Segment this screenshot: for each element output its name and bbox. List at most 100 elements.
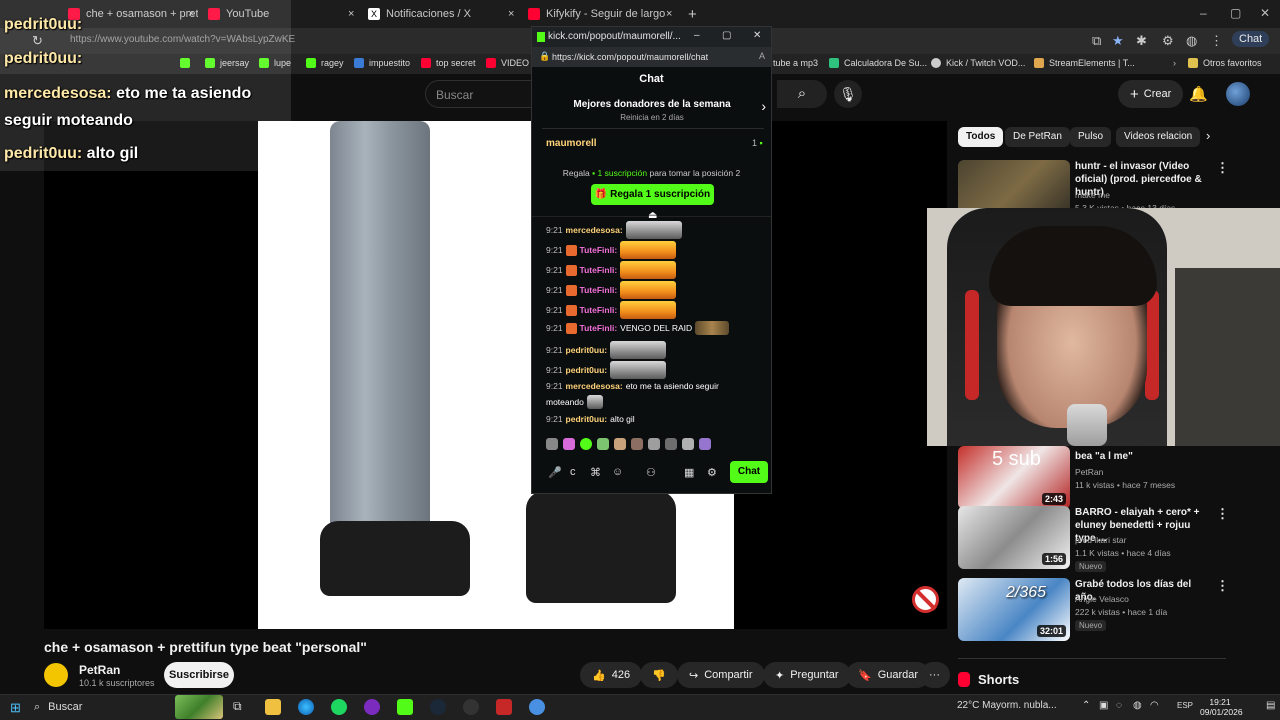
chips-next-icon[interactable]: › [1206,128,1210,143]
menu-dots-icon[interactable]: ⋮ [1210,33,1223,49]
channel-avatar[interactable] [44,663,68,687]
emoji-icon[interactable]: ☺ [612,466,623,478]
file-explorer-icon[interactable] [265,699,281,715]
taskbar-search[interactable]: ⌕ Buscar [34,697,174,717]
send-chat-button[interactable]: Chat [730,461,768,483]
spotify-icon[interactable] [331,699,347,715]
ask-button[interactable]: ✦ Preguntar [763,662,851,688]
more-actions-button[interactable]: ··· [920,662,950,688]
top-donors-banner[interactable]: Mejores donadores de la semana Reinicia … [542,93,766,129]
emote-icon[interactable] [631,438,643,450]
emote-icon[interactable] [682,438,694,450]
task-view-icon[interactable]: ⧉ [233,699,242,714]
message-username[interactable]: pedrit0uu: [566,414,608,424]
people-icon[interactable]: ⚇ [646,466,656,479]
chip-de-petran[interactable]: De PetRan [1005,127,1070,147]
recommendation-channel[interactable]: Angie Velasco [1075,594,1129,604]
input-language[interactable]: ESP [1177,701,1193,710]
tray-chevron-icon[interactable]: ⌃ [1082,700,1090,711]
bookmark-calculadora[interactable]: Calculadora De Su... [829,58,927,68]
bookmark-impuestito[interactable]: impuestito [354,58,410,68]
emote-icon[interactable] [546,438,558,450]
chip-pulso[interactable]: Pulso [1070,127,1112,147]
search-button[interactable]: ⌕ [777,80,827,108]
emote-icon[interactable] [563,438,575,450]
tab-kifykify[interactable]: Kifykify - Seguir de largo X @Prod [528,4,668,24]
bookmarks-overflow-icon[interactable]: › [1173,58,1176,68]
emote-icon[interactable] [648,438,660,450]
close-tab-icon[interactable]: × [666,4,672,24]
recommendation-title[interactable]: bea "a l me" [1075,450,1210,463]
pin-icon[interactable]: ⏏ [648,210,657,221]
close-window-icon[interactable]: ✕ [1260,6,1270,20]
emote-icon[interactable] [699,438,711,450]
message-username[interactable]: TuteFinli: [580,323,618,333]
channel-name[interactable]: PetRan [79,663,120,677]
taskbar-clock[interactable]: 19:21 09/01/2026 [1200,697,1243,717]
microphone-icon[interactable]: 🎤 [548,466,562,479]
tray-app-icon[interactable]: ▣ [1099,700,1108,711]
bookmark-ragey[interactable]: ragey [306,58,344,68]
gift-subscription-button[interactable]: 🎁 Regala 1 suscripción [591,184,714,205]
translate-icon[interactable]: ⌘ [590,466,601,479]
obs-icon[interactable] [463,699,479,715]
message-username[interactable]: mercedesosa: [566,225,623,235]
app-icon[interactable] [529,699,545,715]
recommendation-menu-icon[interactable]: ⋮ [1216,578,1229,594]
recommendation-menu-icon[interactable]: ⋮ [1216,506,1229,522]
search-input[interactable]: Buscar [425,80,535,108]
bookmark-top-secret[interactable]: top secret [421,58,476,68]
recommendation-thumbnail[interactable]: 1:56 [958,506,1070,569]
close-tab-icon[interactable]: × [508,4,514,24]
emote-icon[interactable] [580,438,592,450]
puzzle-icon[interactable]: ✱ [1136,33,1147,49]
message-username[interactable]: pedrit0uu: [566,365,608,375]
bookmark-video-p[interactable]: VIDEO P [486,58,538,68]
notifications-bell-icon[interactable]: 🔔 [1189,85,1208,103]
kick-app-icon[interactable] [397,699,413,715]
steam-icon[interactable] [430,699,446,715]
account-avatar[interactable] [1226,82,1250,106]
minimize-icon[interactable]: – [1200,6,1207,20]
recommendation-channel[interactable]: PetRan [1075,467,1103,477]
message-username[interactable]: TuteFinli: [580,245,618,255]
maximize-icon[interactable]: ▢ [722,30,731,41]
bookmark-star-icon[interactable]: ★ [1112,33,1124,49]
settings-icon[interactable]: ⚙ [1162,33,1174,49]
bookmark-otros-favoritos[interactable]: Otros favoritos [1188,58,1262,68]
bookmark-kick-twitch-vod[interactable]: Kick / Twitch VOD... [931,58,1025,68]
close-window-icon[interactable]: ✕ [753,30,761,41]
share-button[interactable]: ↪ Compartir [677,662,765,688]
maximize-icon[interactable]: ▢ [1230,6,1241,20]
store-icon[interactable]: ▦ [684,466,694,479]
tab-x-notifications[interactable]: X Notificaciones / X [368,4,518,24]
profile-icon[interactable]: ◍ [1186,33,1197,49]
chip-todos[interactable]: Todos [958,127,1004,147]
recommendation-channel[interactable]: make me [1075,190,1110,200]
message-username[interactable]: TuteFinli: [580,305,618,315]
bookmark-streamelements[interactable]: StreamElements | T... [1034,58,1135,68]
close-tab-icon[interactable]: × [348,4,354,24]
recommendation-thumbnail[interactable]: 2/365 32:01 [958,578,1070,641]
read-aloud-icon[interactable]: A [759,51,765,61]
create-button[interactable]: + Crear [1118,80,1184,108]
message-username[interactable]: TuteFinli: [580,265,618,275]
minimize-icon[interactable]: – [694,30,700,41]
chip-videos-relacionados[interactable]: Videos relacion [1116,127,1201,147]
save-button[interactable]: 🔖 Guardar [846,662,931,688]
dislike-button[interactable]: 👎 [640,662,678,688]
recommendation-thumbnail[interactable]: 5 sub 2:43 [958,446,1070,509]
tray-app-icon[interactable]: ◍ [1133,700,1142,711]
windows-start-icon[interactable]: ⊞ [10,700,21,716]
weather-widget[interactable]: 22°C Mayorm. nubla... [957,700,1057,711]
edge-icon[interactable] [298,699,314,715]
message-username[interactable]: TuteFinli: [580,285,618,295]
like-button[interactable]: 👍 426 [580,662,643,688]
tray-app-icon[interactable]: ◌ [1116,700,1122,711]
message-username[interactable]: pedrit0uu: [566,345,608,355]
copilot-chat-button[interactable]: Chat [1232,31,1270,47]
emote-icon[interactable] [614,438,626,450]
canva-icon[interactable] [364,699,380,715]
bookmark-tube-mp3[interactable]: tube a mp3 [773,58,818,68]
app-icon[interactable] [496,699,512,715]
